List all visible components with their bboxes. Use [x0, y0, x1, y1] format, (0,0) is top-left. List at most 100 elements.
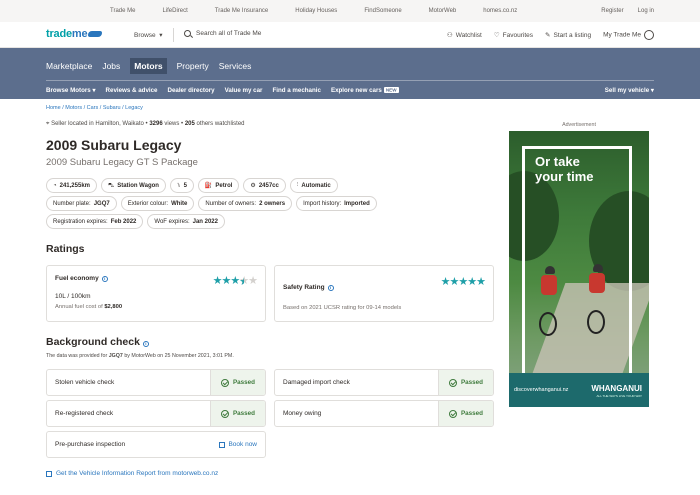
gearbox-icon: ⫶: [296, 182, 299, 188]
wof-label: WoF expires:: [154, 218, 190, 225]
annual-cost-value: $2,800: [104, 304, 123, 310]
utility-link-findsomeone[interactable]: FindSomeone: [364, 8, 401, 14]
check-circle-icon: [220, 378, 229, 387]
status-badge: Passed: [438, 370, 493, 395]
star-icon: ★: [239, 275, 249, 287]
search-input[interactable]: Search all of Trade Me: [184, 30, 261, 37]
background-check-heading: Background check i: [46, 336, 494, 348]
status-badge: Passed: [210, 370, 265, 395]
fuel-value: Petrol: [215, 182, 233, 189]
seats-value: 5: [183, 182, 187, 189]
info-icon[interactable]: i: [142, 341, 149, 347]
rego-label: Registration expires:: [53, 218, 108, 225]
utility-links: Trade Me LifeDirect Trade Me Insurance H…: [110, 8, 544, 14]
listing-title: 2009 Subaru Legacy: [46, 137, 182, 153]
wheel-shape: [539, 312, 557, 336]
spec-engine: ⚙ 2457cc: [243, 178, 286, 193]
star-icon: ★: [458, 276, 468, 288]
detail-exterior-colour: Exterior colour: White: [120, 196, 195, 211]
breadcrumb[interactable]: Home / Motors / Cars / Subaru / Legacy: [46, 105, 494, 111]
subnav-explore-new-cars[interactable]: Explore new cars NEW: [331, 86, 399, 94]
favourites-link[interactable]: ♡ Favourites: [494, 31, 533, 39]
ad-url: discoverwhanganui.nz: [514, 387, 569, 393]
divider: [173, 28, 174, 42]
subnav-dealer-directory[interactable]: Dealer directory: [167, 87, 214, 94]
start-listing-link[interactable]: ✎ Start a listing: [545, 31, 591, 39]
safety-rating-note: Based on 2021 UCSR rating for 09-14 mode…: [283, 305, 402, 311]
tab-motors[interactable]: Motors: [130, 58, 167, 74]
body-value: Station Wagon: [117, 182, 159, 189]
fuel-economy-card: Fuel economyi ★★★★★ 10L / 100km Annual f…: [46, 265, 266, 322]
utility-link-trademe[interactable]: Trade Me: [110, 8, 135, 14]
wheel-shape: [587, 310, 605, 334]
background-check-title: Background check: [46, 336, 140, 348]
background-checks-grid: Stolen vehicle check Passed Damaged impo…: [46, 369, 494, 458]
watchlist-label: Watchlist: [455, 32, 482, 39]
external-link-icon: [46, 470, 52, 477]
info-icon[interactable]: i: [327, 284, 334, 291]
subnav-browse-motors[interactable]: Browse Motors ▾: [46, 87, 96, 94]
utility-link-holiday-houses[interactable]: Holiday Houses: [295, 8, 337, 14]
chevron-down-icon: ▾: [650, 87, 654, 94]
subnav-reviews[interactable]: Reviews & advice: [106, 87, 158, 94]
safety-rating-stars: ★★★★★: [441, 275, 486, 288]
utility-link-homes[interactable]: homes.co.nz: [483, 8, 517, 14]
utility-link-motorweb[interactable]: MotorWeb: [429, 8, 457, 14]
info-icon[interactable]: i: [101, 275, 108, 282]
sell-label: Sell my vehicle: [604, 87, 650, 94]
search-icon: [184, 30, 191, 37]
spec-body: ⛍ Station Wagon: [101, 178, 166, 193]
pre-purchase-inspection: Pre-purchase inspection Book now: [46, 431, 266, 458]
spec-transmission: ⫶ Automatic: [289, 178, 338, 193]
trademe-logo[interactable]: trademe: [46, 28, 103, 40]
logo-text-trade: trade: [46, 28, 72, 40]
check-circle-icon: [448, 378, 457, 387]
seller-location: Seller located in Hamilton, Waikato: [51, 121, 144, 127]
status-badge: Passed: [438, 401, 493, 426]
login-link[interactable]: Log in: [638, 8, 654, 14]
subnav-browse-motors-label: Browse Motors: [46, 87, 91, 94]
colour-label: Exterior colour:: [127, 200, 169, 207]
book-now-link[interactable]: Book now: [219, 441, 265, 448]
ratings-heading: Ratings: [46, 243, 85, 255]
status-text: Passed: [460, 410, 484, 417]
utility-link-lifedirect[interactable]: LifeDirect: [162, 8, 187, 14]
location-pin-icon: ⌖: [46, 121, 50, 127]
chevron-down-icon: ▾: [92, 87, 96, 94]
detail-owners: Number of owners: 2 owners: [198, 196, 293, 211]
subnav-value-my-car[interactable]: Value my car: [225, 87, 263, 94]
inspection-label: Pre-purchase inspection: [55, 441, 126, 448]
check-circle-icon: [448, 409, 457, 418]
vehicle-report-link[interactable]: Get the Vehicle Information Report from …: [46, 470, 494, 477]
register-link[interactable]: Register: [601, 8, 623, 14]
sell-my-vehicle-link[interactable]: Sell my vehicle ▾: [605, 87, 654, 94]
odometer-icon: ◔: [53, 182, 57, 189]
utility-link-insurance[interactable]: Trade Me Insurance: [215, 8, 268, 14]
tab-services[interactable]: Services: [219, 61, 252, 74]
fuel-economy-stars: ★★★★ ★: [213, 274, 258, 287]
detail-import-history: Import history: Imported: [296, 196, 377, 211]
start-listing-label: Start a listing: [553, 32, 592, 39]
import-label: Import history:: [303, 200, 342, 207]
spec-seats: ⑊ 5: [169, 178, 194, 193]
stolen-vehicle-check: Stolen vehicle check Passed: [46, 369, 266, 396]
status-text: Passed: [232, 379, 256, 386]
logo-text-me: me: [71, 28, 88, 40]
my-trademe-link[interactable]: My Trade Me: [603, 30, 654, 40]
whanganui-ad-banner[interactable]: Or take your time discoverwhanganui.nz W…: [509, 131, 649, 407]
browse-dropdown[interactable]: Browse ▾: [134, 31, 163, 39]
views-label: views: [164, 121, 180, 127]
status-text: Passed: [232, 410, 256, 417]
wof-value: Jan 2022: [192, 218, 218, 225]
external-link-icon: [219, 441, 226, 448]
check-label: Stolen vehicle check: [55, 379, 115, 386]
subnav-find-mechanic[interactable]: Find a mechanic: [272, 87, 320, 94]
tab-property[interactable]: Property: [177, 61, 209, 74]
book-now-label: Book now: [228, 441, 257, 448]
tab-jobs[interactable]: Jobs: [102, 61, 120, 74]
tab-marketplace[interactable]: Marketplace: [46, 61, 92, 74]
search-placeholder: Search all of Trade Me: [196, 30, 262, 37]
re-registered-check: Re-registered check Passed: [46, 400, 266, 427]
watchlist-link[interactable]: ⚇ Watchlist: [447, 31, 482, 39]
rego-value: Feb 2022: [110, 218, 137, 225]
